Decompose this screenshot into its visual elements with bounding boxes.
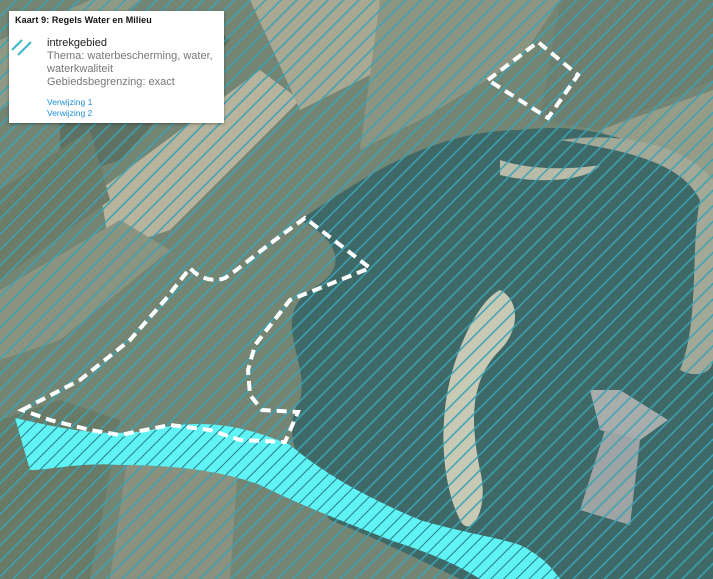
legend-title: Kaart 9: Regels Water en Milieu: [15, 15, 152, 25]
reference-link-2[interactable]: Verwijzing 2: [47, 108, 92, 119]
legend-item-theme: Thema: waterbescherming, water, waterkwa…: [47, 50, 213, 75]
legend-links: Verwijzing 1 Verwijzing 2: [47, 97, 92, 119]
reference-link-1[interactable]: Verwijzing 1: [47, 97, 92, 108]
map-legend: Kaart 9: Regels Water en Milieu intrekge…: [9, 11, 224, 123]
legend-item-boundary: Gebiedsbegrenzing: exact: [47, 76, 175, 88]
legend-item-name: intrekgebied: [47, 37, 107, 49]
legend-item: intrekgebied Thema: waterbescherming, wa…: [15, 37, 218, 89]
